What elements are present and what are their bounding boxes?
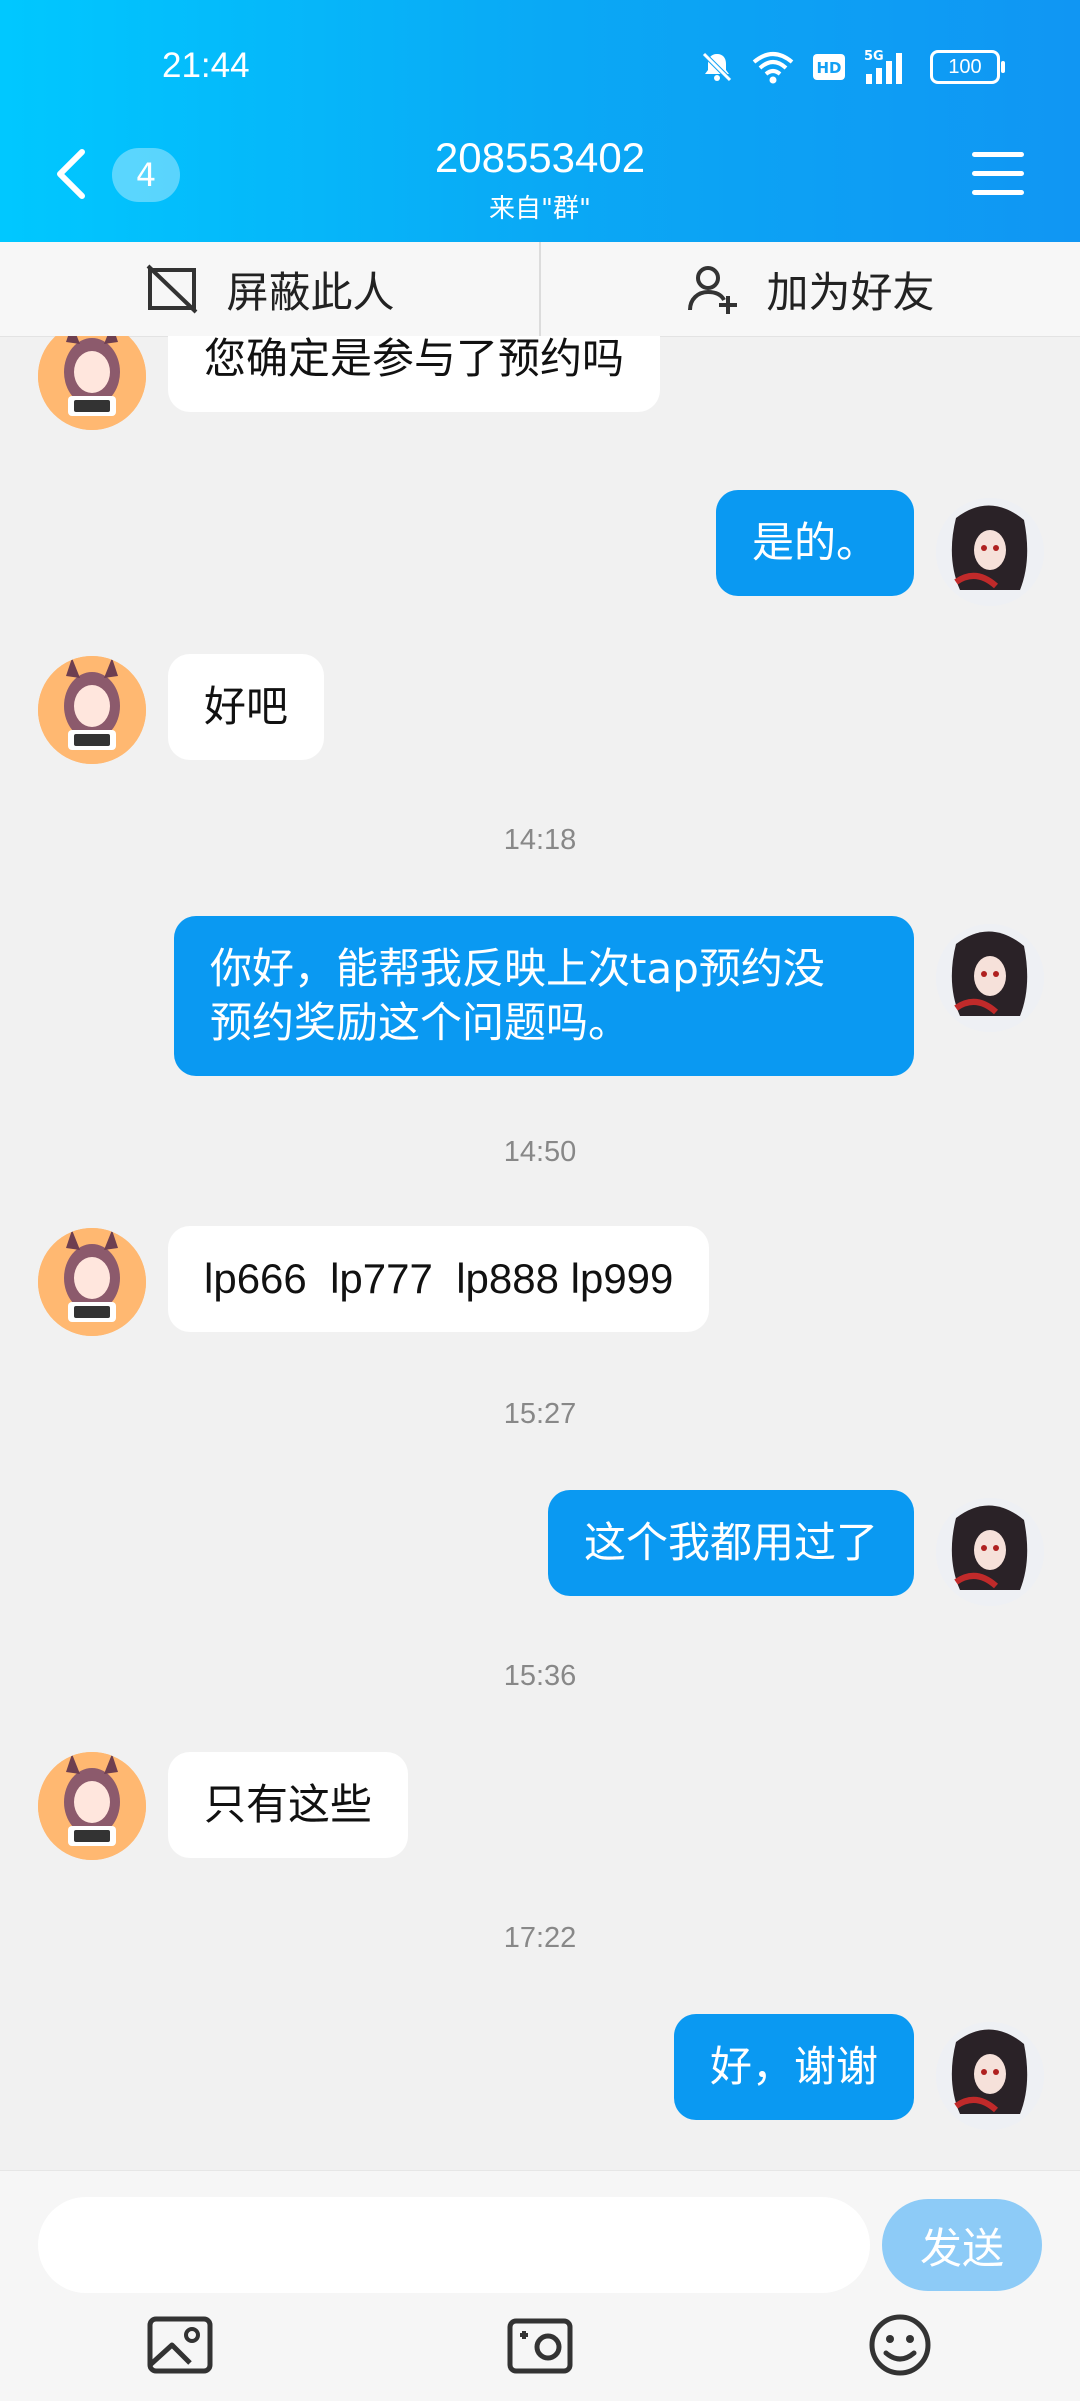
outgoing-message-bubble[interactable]: 这个我都用过了	[547, 1490, 914, 1596]
add-friend-button[interactable]: 加为好友	[541, 242, 1080, 336]
block-user-label: 屏蔽此人	[226, 267, 395, 317]
add-person-icon	[688, 266, 738, 314]
block-user-button[interactable]: 屏蔽此人	[0, 242, 539, 336]
hd-icon: HD	[813, 54, 845, 80]
svg-text:HD: HD	[816, 59, 841, 77]
block-icon	[147, 264, 198, 314]
message-timestamp: 14:50	[503, 1136, 577, 1168]
add-friend-label: 加为好友	[766, 267, 935, 317]
wifi-icon	[752, 52, 794, 84]
incoming-message-bubble[interactable]: 好吧	[168, 654, 325, 760]
user-avatar[interactable]	[936, 498, 1044, 606]
message-input[interactable]	[38, 2197, 870, 2293]
svg-text:5G: 5G	[864, 49, 884, 64]
message-timestamp: 15:27	[503, 1398, 577, 1430]
input-bar: 发送	[0, 2170, 1080, 2401]
battery-indicator: 100	[930, 50, 1005, 84]
outgoing-message-bubble[interactable]: 好，谢谢	[673, 2014, 914, 2120]
outgoing-message-bubble[interactable]: 是的。	[715, 490, 914, 596]
message-timestamp: 14:18	[503, 824, 577, 856]
contact-avatar[interactable]	[38, 336, 146, 430]
contact-avatar[interactable]	[38, 1752, 146, 1860]
contact-avatar[interactable]	[38, 1228, 146, 1336]
outgoing-message-bubble[interactable]: 你好，能帮我反映上次tap预约没 预约奖励这个问题吗。	[174, 916, 914, 1076]
message-text-line: 预约奖励这个问题吗。	[210, 998, 631, 1047]
user-avatar[interactable]	[936, 2022, 1044, 2130]
contact-avatar[interactable]	[38, 656, 146, 764]
user-avatar[interactable]	[936, 924, 1044, 1032]
message-timestamp: 17:22	[503, 1922, 577, 1954]
status-icons: HD 5G 100	[700, 48, 1005, 86]
incoming-message-bubble[interactable]: 只有这些	[168, 1752, 409, 1858]
status-time: 21:44	[162, 46, 250, 85]
send-button[interactable]: 发送	[882, 2199, 1042, 2291]
user-avatar[interactable]	[936, 1498, 1044, 1606]
emoji-icon[interactable]	[864, 2311, 936, 2379]
signal-5g-icon: 5G	[864, 49, 902, 84]
menu-icon[interactable]	[972, 152, 1024, 196]
incoming-message-bubble[interactable]: lp666 lp777 lp888 lp999	[168, 1226, 710, 1332]
message-timestamp: 15:36	[503, 1660, 577, 1692]
chat-header: 21:44 HD 5G 100 4 208553402 来自"群"	[0, 0, 1080, 242]
image-picker-icon[interactable]	[144, 2311, 216, 2379]
message-text-line: 你好，能帮我反映上次tap预约没	[210, 944, 825, 993]
chat-subtitle: 来自"群"	[489, 194, 591, 224]
action-bar: 屏蔽此人 加为好友	[0, 242, 1080, 337]
message-list[interactable]: 您确定是参与了预约吗 是的。 好吧 14:18 你好，能帮我反映上次tap预约没…	[0, 336, 1080, 2170]
chat-title: 208553402	[434, 134, 646, 181]
camera-icon[interactable]	[504, 2311, 576, 2379]
mute-bell-icon	[702, 52, 732, 82]
incoming-message-bubble[interactable]: 您确定是参与了预约吗	[168, 336, 661, 412]
